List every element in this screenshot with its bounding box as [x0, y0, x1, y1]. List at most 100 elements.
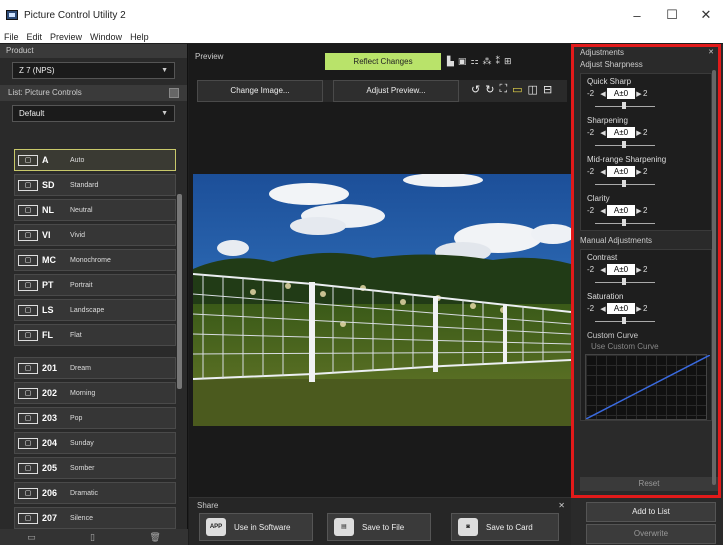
- custom-curve-header[interactable]: Custom Curve: [581, 330, 711, 342]
- split-view-icon[interactable]: ▣: [458, 56, 467, 67]
- decrement-icon[interactable]: ◀: [599, 305, 607, 313]
- list-item[interactable]: ▢ 207 Silence: [14, 507, 176, 529]
- left-scrollbar[interactable]: [177, 194, 182, 389]
- picture-control-list: ▢ A Auto ▢ SD Standard ▢ NL Neutral ▢ VI…: [14, 149, 176, 532]
- clarity-slider[interactable]: [595, 218, 655, 228]
- right-scrollbar[interactable]: [712, 70, 716, 485]
- contrast-slider[interactable]: [595, 277, 655, 287]
- compare-icon[interactable]: ⚏: [470, 56, 478, 67]
- preview-controls: Change Image... Adjust Preview... ↺ ↻ ⛶ …: [197, 80, 567, 102]
- menu-preview[interactable]: Preview: [50, 32, 82, 42]
- close-button[interactable]: ✕: [689, 0, 723, 30]
- slider-thumb[interactable]: [622, 278, 626, 285]
- fit-icon[interactable]: ⛶: [499, 83, 507, 96]
- clarity-value[interactable]: A±0: [607, 205, 635, 216]
- decrement-icon[interactable]: ◀: [599, 129, 607, 137]
- curve-graph[interactable]: [585, 354, 711, 420]
- list-item[interactable]: ▢ SD Standard: [14, 174, 176, 196]
- list-item[interactable]: ▢ 202 Morning: [14, 382, 176, 404]
- increment-icon[interactable]: ▶: [635, 305, 643, 313]
- midrange-slider[interactable]: [595, 179, 655, 189]
- sharpening-control: Sharpening -2 ◀ A±0 ▶ 2: [581, 113, 711, 152]
- list-item[interactable]: ▢ 201 Dream: [14, 357, 176, 379]
- list-item[interactable]: ▢ NL Neutral: [14, 199, 176, 221]
- picture-control-icon: ▢: [18, 412, 38, 424]
- pc-label: Somber: [70, 464, 95, 472]
- adjustments-frame: Adjustments ✕ Adjust Sharpness Quick Sha…: [571, 44, 721, 498]
- maximize-button[interactable]: ☐: [655, 0, 689, 30]
- delete-icon[interactable]: 🗑: [149, 532, 160, 543]
- overwrite-button[interactable]: Overwrite: [586, 524, 716, 544]
- increment-icon[interactable]: ▶: [635, 90, 643, 98]
- change-image-button[interactable]: Change Image...: [197, 80, 323, 102]
- use-in-software-button[interactable]: APP Use in Software: [199, 513, 313, 541]
- list-item[interactable]: ▢ A Auto: [14, 149, 176, 171]
- chevron-down-icon: ▼: [161, 67, 168, 74]
- contrast-value[interactable]: A±0: [607, 264, 635, 275]
- list-item[interactable]: ▢ LS Landscape: [14, 299, 176, 321]
- increment-icon[interactable]: ▶: [635, 207, 643, 215]
- list-item[interactable]: ▢ 204 Sunday: [14, 432, 176, 454]
- save-to-file-label: Save to File: [362, 522, 405, 532]
- list-item[interactable]: ▢ FL Flat: [14, 324, 176, 346]
- save-to-card-label: Save to Card: [486, 522, 533, 532]
- decrement-icon[interactable]: ◀: [599, 90, 607, 98]
- slider-thumb[interactable]: [622, 141, 626, 148]
- minimize-button[interactable]: –: [620, 0, 654, 30]
- manual-header[interactable]: Manual Adjustments: [574, 235, 718, 247]
- list-item[interactable]: ▢ 206 Dramatic: [14, 482, 176, 504]
- saturation-value[interactable]: A±0: [607, 303, 635, 314]
- save-to-card-button[interactable]: ◙ Save to Card: [451, 513, 559, 541]
- add-to-list-button[interactable]: Add to List: [586, 502, 716, 522]
- saturation-slider[interactable]: [595, 316, 655, 326]
- list-item[interactable]: ▢ 203 Pop: [14, 407, 176, 429]
- shadow-icon[interactable]: ⁑: [496, 56, 501, 67]
- highlight-icon[interactable]: ⁂: [483, 56, 492, 67]
- quick-sharp-value[interactable]: A±0: [607, 88, 635, 99]
- increment-icon[interactable]: ▶: [635, 129, 643, 137]
- use-custom-curve-checkbox[interactable]: Use Custom Curve: [581, 342, 711, 351]
- manual-title: Manual Adjustments: [580, 236, 653, 245]
- list-item[interactable]: ▢ MC Monochrome: [14, 249, 176, 271]
- save-to-file-button[interactable]: ▤ Save to File: [327, 513, 431, 541]
- list-filter-dropdown[interactable]: Default ▼: [12, 105, 175, 122]
- slider-thumb[interactable]: [622, 102, 626, 109]
- sharpening-slider[interactable]: [595, 140, 655, 150]
- duplicate-icon[interactable]: ▯: [90, 532, 95, 543]
- sharpness-header[interactable]: Adjust Sharpness: [574, 59, 718, 71]
- zoom-icon[interactable]: ⊞: [504, 56, 512, 67]
- rotate-left-icon[interactable]: ↺: [471, 83, 480, 96]
- list-item[interactable]: ▢ PT Portrait: [14, 274, 176, 296]
- decrement-icon[interactable]: ◀: [599, 266, 607, 274]
- menu-window[interactable]: Window: [90, 32, 122, 42]
- midrange-value[interactable]: A±0: [607, 166, 635, 177]
- sharpening-value[interactable]: A±0: [607, 127, 635, 138]
- new-icon[interactable]: ▭: [27, 532, 36, 543]
- slider-thumb[interactable]: [622, 219, 626, 226]
- list-options-icon[interactable]: [169, 88, 179, 98]
- decrement-icon[interactable]: ◀: [599, 207, 607, 215]
- share-close-icon[interactable]: ✕: [558, 501, 565, 510]
- decrement-icon[interactable]: ◀: [599, 168, 607, 176]
- slider-thumb[interactable]: [622, 180, 626, 187]
- rotate-right-icon[interactable]: ↻: [485, 83, 494, 96]
- adjust-preview-button[interactable]: Adjust Preview...: [333, 80, 459, 102]
- list-item[interactable]: ▢ 205 Somber: [14, 457, 176, 479]
- product-dropdown[interactable]: Z 7 (NPS) ▼: [12, 62, 175, 79]
- slider-thumb[interactable]: [622, 317, 626, 324]
- side-by-side-icon[interactable]: ◫: [528, 83, 538, 96]
- single-view-icon[interactable]: ▭: [512, 83, 522, 96]
- increment-icon[interactable]: ▶: [635, 266, 643, 274]
- quick-sharp-slider[interactable]: [595, 101, 655, 111]
- picture-control-icon: ▢: [18, 462, 38, 474]
- menu-edit[interactable]: Edit: [27, 32, 43, 42]
- top-bottom-icon[interactable]: ⊟: [543, 83, 552, 96]
- menu-file[interactable]: File: [4, 32, 19, 42]
- reflect-changes-button[interactable]: Reflect Changes: [325, 53, 441, 70]
- increment-icon[interactable]: ▶: [635, 168, 643, 176]
- list-item[interactable]: ▢ VI Vivid: [14, 224, 176, 246]
- reset-button[interactable]: Reset: [580, 477, 718, 491]
- panel-close-icon[interactable]: ✕: [708, 47, 714, 59]
- menu-help[interactable]: Help: [130, 32, 149, 42]
- histogram-icon[interactable]: ▙: [447, 56, 454, 67]
